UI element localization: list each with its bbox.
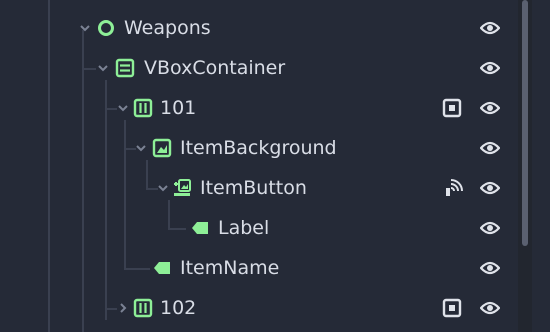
chevron-down-icon[interactable] [116,101,130,115]
label-icon [192,222,208,234]
signal-icon[interactable] [444,178,464,198]
tree-row-102[interactable]: 102 [0,288,510,328]
chevron-down-icon[interactable] [156,181,170,195]
texture-rect-icon [152,138,172,158]
tree-node-label: ItemButton [200,177,307,199]
tree-row-itembutton[interactable]: ItemButton [0,168,510,208]
scrollbar-thumb[interactable] [522,0,528,246]
tree-row-weapons[interactable]: Weapons [0,8,510,48]
visibility-eye-icon[interactable] [480,99,500,117]
chevron-right-icon[interactable] [116,301,130,315]
visibility-eye-icon[interactable] [480,139,500,157]
vbox-container-icon [115,58,135,78]
grid-container-icon [133,298,153,318]
unique-name-icon[interactable] [442,298,462,318]
chevron-down-icon[interactable] [96,61,110,75]
tree-node-label: ItemName [180,257,280,279]
unique-name-icon[interactable] [442,98,462,118]
tree-row-label[interactable]: Label [0,208,510,248]
tree-row-itemname[interactable]: ItemName [0,248,510,288]
texture-button-icon [174,179,191,196]
tree-node-label: VBoxContainer [144,57,286,79]
tree-row-itembackground[interactable]: ItemBackground [0,128,510,168]
grid-container-icon [133,98,153,118]
tree-node-label: ItemBackground [180,137,337,159]
tree-node-label: Weapons [124,17,211,39]
tree-node-label: 101 [160,97,197,119]
tree-row-vboxcontainer[interactable]: VBoxContainer [0,48,510,88]
chevron-down-icon[interactable] [134,141,148,155]
label-icon [154,262,170,274]
scene-tree-panel: Weapons VBoxContainer 101 ItemBackground… [0,0,550,332]
visibility-eye-icon[interactable] [480,59,500,77]
tree-node-label: 102 [160,297,197,319]
tree-node-label: Label [218,217,270,239]
visibility-eye-icon[interactable] [480,19,500,37]
visibility-eye-icon[interactable] [480,179,500,197]
chevron-down-icon[interactable] [78,21,92,35]
visibility-eye-icon[interactable] [480,299,500,317]
circle-node-icon [98,20,114,36]
visibility-eye-icon[interactable] [480,219,500,237]
visibility-eye-icon[interactable] [480,259,500,277]
tree-row-101[interactable]: 101 [0,88,510,128]
